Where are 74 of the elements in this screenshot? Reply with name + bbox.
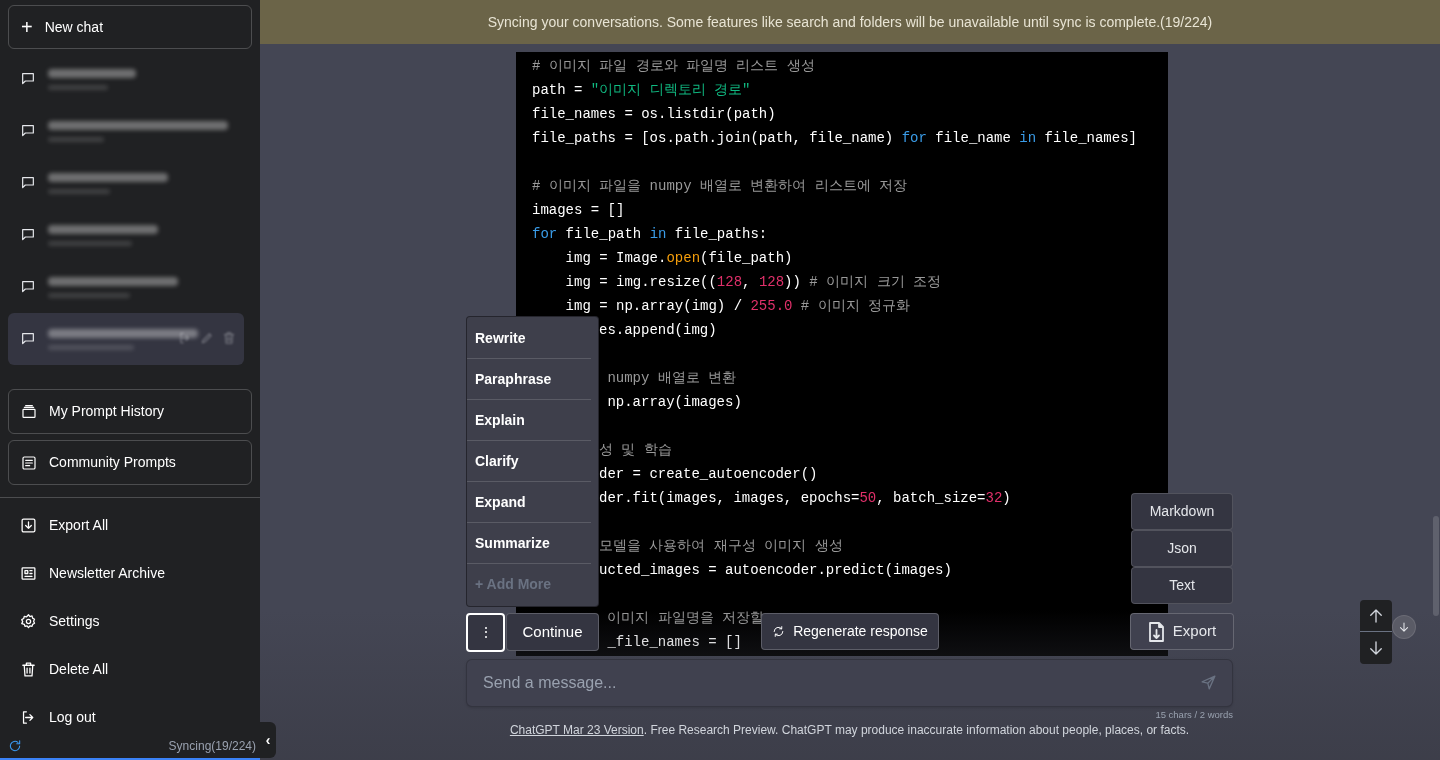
scrollbar-thumb[interactable] <box>1433 516 1439 616</box>
trash-icon <box>20 660 37 678</box>
trash-icon <box>222 331 236 345</box>
speech-bubble-icon <box>20 331 36 347</box>
action-menu-item[interactable]: Explain <box>467 400 591 441</box>
regenerate-button[interactable]: Regenerate response <box>761 613 939 650</box>
code-line: # 이미지 파일 경로와 파일명 리스트 생성 <box>532 57 815 76</box>
settings-icon <box>20 612 37 630</box>
code-line: images = [] <box>532 201 625 220</box>
code-line: _file_names = [] <box>606 633 742 652</box>
code-line: es.append(img) <box>599 321 717 340</box>
download-box-icon <box>20 516 37 534</box>
action-menu-item[interactable]: Rewrite <box>467 318 591 359</box>
sidebar-menu-item[interactable]: Delete All <box>8 645 252 693</box>
code-line: img = np.array(img) / 255.0 # 이미지 정규화 <box>564 297 911 316</box>
export-format-option[interactable]: Markdown <box>1131 493 1233 530</box>
sidebar-menu-item[interactable]: Settings <box>8 597 252 645</box>
sync-banner-text: Syncing your conversations. Some features like search and folders will be unavailable until sync is complete.(19/224) <box>487 12 1213 32</box>
speech-bubble-icon <box>20 175 36 191</box>
export-format-option[interactable]: Text <box>1131 567 1233 604</box>
code-line: img = img.resize((128, 128)) # 이미지 크기 조정 <box>564 273 941 292</box>
disclaimer-text: ChatGPT Mar 23 Version. Free Research Preview. ChatGPT may produce inaccurate information about people, places, or facts. <box>509 722 1190 739</box>
speech-bubble-icon <box>20 123 36 139</box>
code-line: 성 및 학습 <box>599 441 672 460</box>
speech-bubble-icon <box>20 279 36 295</box>
send-icon[interactable] <box>1200 674 1217 691</box>
more-options-button[interactable]: ⋮ <box>466 613 505 652</box>
code-line: numpy 배열로 변환 <box>606 369 737 388</box>
speech-bubble-icon <box>20 71 36 87</box>
blurred-date <box>48 136 104 142</box>
blurred-date <box>48 84 108 90</box>
refresh-icon <box>772 625 786 638</box>
action-menu-item[interactable]: Summarize <box>467 523 591 564</box>
export-format-option[interactable]: Json <box>1131 530 1233 567</box>
speech-bubble-icon <box>20 227 36 243</box>
arrow-down-icon <box>1367 639 1385 657</box>
arrow-up-icon <box>1367 606 1385 625</box>
newspaper-icon <box>20 564 37 582</box>
arrow-down-icon <box>1397 620 1411 634</box>
code-line: # 이미지 파일을 numpy 배열로 변환하여 리스트에 저장 <box>532 177 908 196</box>
file-download-icon <box>1147 621 1165 642</box>
action-menu-item[interactable]: Clarify <box>467 441 591 482</box>
code-line: ucted_images = autoencoder.predict(images) <box>599 561 952 580</box>
scroll-to-bottom-button[interactable] <box>1392 615 1416 639</box>
code-line: 모델을 사용하여 재구성 이미지 생성 <box>599 537 843 556</box>
code-line: file_names = os.listdir(path) <box>532 105 776 124</box>
sync-status: Syncing(19/224) <box>168 738 256 755</box>
export-button[interactable]: Export <box>1130 613 1234 650</box>
action-menu-item[interactable]: Expand <box>467 482 591 523</box>
new-chat-button[interactable]: + New chat <box>8 5 252 49</box>
message-input[interactable]: Send a message... <box>466 659 1233 707</box>
code-line: path = "이미지 디렉토리 경로" <box>532 81 751 100</box>
prompt-button[interactable]: Community Prompts <box>8 440 252 485</box>
sidebar-menu-item[interactable]: Export All <box>8 501 252 549</box>
conversation-item[interactable] <box>8 313 244 365</box>
code-line: img = Image.open(file_path) <box>564 249 793 268</box>
version-link[interactable]: ChatGPT Mar 23 Version <box>509 723 644 737</box>
sidebar-menu-item[interactable]: Newsletter Archive <box>8 549 252 597</box>
stacked-cards-icon <box>21 403 37 420</box>
code-line: der = create_autoencoder() <box>599 465 818 484</box>
code-line: file_paths = [os.path.join(path, file_name) for file_name in file_names] <box>532 129 1137 148</box>
document-list-icon <box>21 454 37 471</box>
action-menu-item[interactable]: Paraphrase <box>467 359 591 400</box>
prompt-button[interactable]: My Prompt History <box>8 389 252 434</box>
sync-icon <box>8 739 22 753</box>
code-line: for file_path in file_paths: <box>532 225 768 244</box>
pencil-icon[interactable] <box>200 331 214 345</box>
blurred-date <box>48 188 110 194</box>
sidebar-menu-item[interactable]: Log out <box>8 693 252 741</box>
continue-button[interactable]: Continue <box>506 613 599 651</box>
collapse-sidebar-button[interactable]: ‹ <box>260 722 276 758</box>
code-line: np.array(images) <box>606 393 742 412</box>
code-line: der.fit(images, images, epochs=50, batch_size=32) <box>599 489 1011 508</box>
character-counter: 15 chars / 2 words <box>1154 708 1233 722</box>
